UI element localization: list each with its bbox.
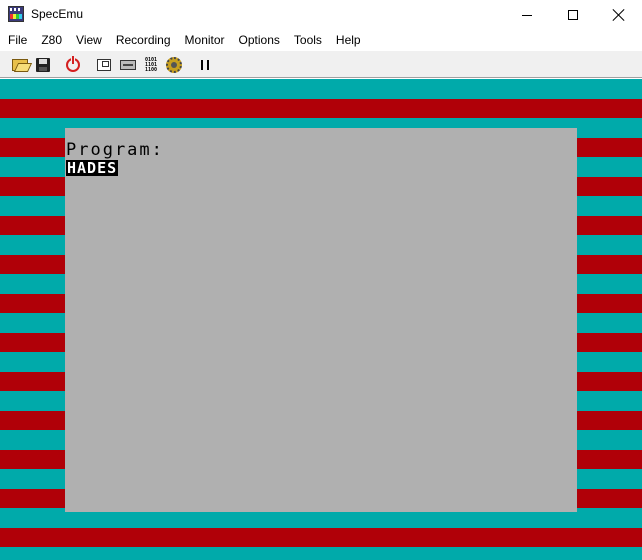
screen-paper: Program: HADES [65,128,577,512]
menu-bar: File Z80 View Recording Monitor Options … [0,30,642,50]
menu-recording[interactable]: Recording [109,30,178,50]
emulator-screen[interactable]: Program: HADES [0,79,642,560]
border-stripe [0,79,642,99]
maximize-icon [568,10,578,20]
maximize-button[interactable] [550,0,596,30]
title-bar: SpecEmu [0,0,642,30]
window-icon [97,59,111,71]
menu-file[interactable]: File [1,30,34,50]
open-button[interactable] [10,55,30,75]
tape-icon [120,60,136,70]
gear-icon [166,57,182,73]
save-disk-icon [36,58,50,72]
menu-monitor[interactable]: Monitor [178,30,232,50]
open-folder-icon [12,59,28,71]
toolbar: 0101 1101 1100 [0,50,642,78]
menu-tools[interactable]: Tools [287,30,329,50]
border-stripe [0,98,642,119]
menu-view[interactable]: View [69,30,109,50]
menu-z80[interactable]: Z80 [34,30,69,50]
border-stripe [0,547,642,560]
pause-icon [201,60,209,70]
binary-button[interactable]: 0101 1101 1100 [141,55,161,75]
menu-options[interactable]: Options [232,30,287,50]
window-button[interactable] [94,55,114,75]
gear-button[interactable] [164,55,184,75]
reset-button[interactable] [63,55,83,75]
power-icon [66,56,80,72]
tape-button[interactable] [118,55,138,75]
minimize-icon [522,14,532,16]
app-icon[interactable] [8,6,24,22]
close-icon [613,9,625,21]
close-button[interactable] [596,0,642,30]
minimize-button[interactable] [504,0,550,30]
program-prompt: Program: [66,140,164,160]
pause-button[interactable] [195,55,215,75]
window-title: SpecEmu [31,7,84,21]
menu-help[interactable]: Help [329,30,368,50]
program-name: HADES [66,159,119,177]
save-button[interactable] [33,55,53,75]
binary-icon: 0101 1101 1100 [144,56,158,73]
border-stripe [0,527,642,548]
